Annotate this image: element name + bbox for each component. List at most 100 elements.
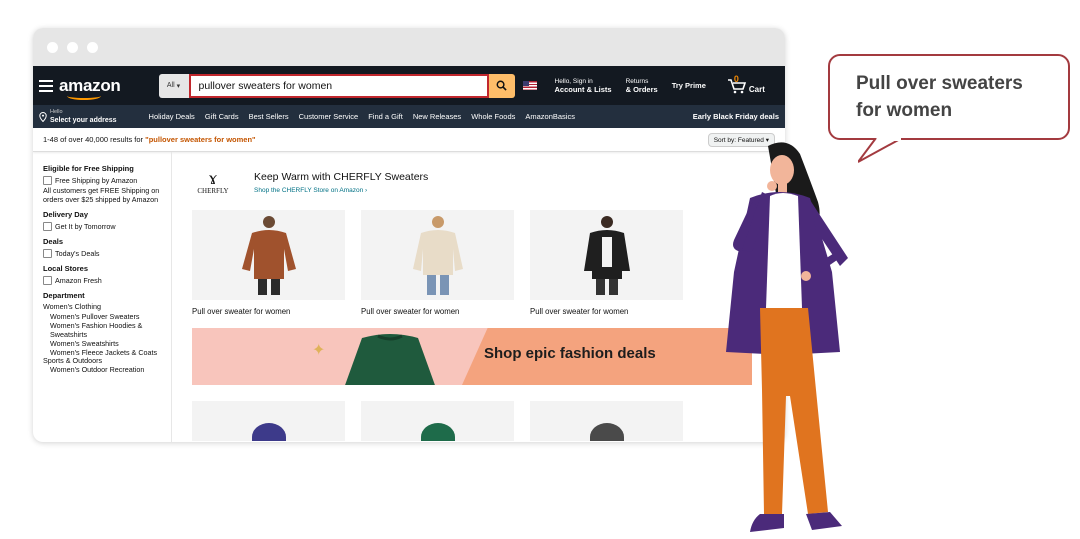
browser-title-bar bbox=[33, 28, 785, 66]
window-maximize-dot[interactable] bbox=[87, 41, 98, 53]
product-card[interactable] bbox=[530, 401, 683, 441]
product-card[interactable]: Pull over sweater for women bbox=[361, 210, 514, 316]
nav-link-new-releases[interactable]: New Releases bbox=[413, 112, 461, 121]
nav-link-amazonbasics[interactable]: AmazonBasics bbox=[525, 112, 575, 121]
location-pin-icon bbox=[39, 111, 47, 122]
cart-label: Cart bbox=[748, 84, 765, 94]
filter-label: Get It by Tomorrow bbox=[55, 222, 116, 231]
hat-image bbox=[252, 423, 286, 441]
product-title[interactable]: Pull over sweater for women bbox=[530, 307, 683, 316]
menu-icon[interactable] bbox=[39, 77, 53, 95]
amazon-nav-bottom: Hello Select your address Holiday Deals … bbox=[33, 105, 785, 128]
checkbox[interactable] bbox=[43, 222, 52, 231]
search-category-select[interactable]: All ▾ bbox=[158, 73, 189, 98]
results-summary: 1-48 of over 40,000 results for "pullove… bbox=[43, 135, 256, 144]
results-query: "pullover sweaters for women" bbox=[145, 135, 256, 144]
stage: amazon All ▾ pullover sweaters for women… bbox=[0, 0, 1080, 539]
hat-image bbox=[421, 423, 455, 441]
bird-logo-icon: ɤ bbox=[209, 168, 217, 188]
green-sweater-image bbox=[345, 334, 435, 385]
content: Eligible for Free Shipping Free Shipping… bbox=[33, 152, 785, 442]
filter-heading-shipping: Eligible for Free Shipping bbox=[43, 164, 134, 173]
product-image[interactable] bbox=[192, 210, 345, 300]
nav-link-find-a-gift[interactable]: Find a Gift bbox=[368, 112, 403, 121]
nav-link-holiday-deals[interactable]: Holiday Deals bbox=[149, 112, 195, 121]
brand-store-link[interactable]: Shop the CHERFLY Store on Amazon › bbox=[254, 187, 428, 194]
product-card[interactable] bbox=[192, 401, 345, 441]
department-link[interactable]: Women's Clothing bbox=[43, 302, 171, 312]
product-title[interactable]: Pull over sweater for women bbox=[361, 307, 514, 316]
promo-banner[interactable]: ✦ Shop epic fashion deals bbox=[192, 328, 752, 385]
product-title[interactable]: Pull over sweater for women bbox=[192, 307, 345, 316]
department-link[interactable]: Women's Pullover Sweaters bbox=[43, 312, 171, 321]
filter-label: Amazon Fresh bbox=[55, 276, 102, 285]
product-card[interactable] bbox=[361, 401, 514, 441]
us-flag-icon[interactable] bbox=[522, 81, 537, 90]
product-image[interactable] bbox=[361, 210, 514, 300]
filter-heading-delivery: Delivery Day bbox=[43, 210, 89, 219]
amazon-logo[interactable]: amazon bbox=[59, 76, 121, 100]
search-bar: All ▾ pullover sweaters for women bbox=[158, 73, 515, 98]
sweater-image bbox=[412, 216, 463, 295]
search-button[interactable] bbox=[488, 73, 515, 98]
checkbox[interactable] bbox=[43, 276, 52, 285]
amazon-nav-top: amazon All ▾ pullover sweaters for women… bbox=[33, 66, 785, 105]
account-greeting: Hello, Sign in bbox=[554, 77, 593, 85]
hat-image bbox=[590, 423, 624, 441]
shipping-note: All customers get FREE Shipping on order… bbox=[43, 186, 160, 204]
browser-window: amazon All ▾ pullover sweaters for women… bbox=[33, 28, 785, 442]
filter-label: Today's Deals bbox=[55, 249, 100, 258]
department-link[interactable]: Women's Outdoor Recreation bbox=[43, 365, 171, 374]
bubble-line-1: Pull over sweaters bbox=[856, 73, 1023, 94]
cherfly-logo[interactable]: ɤ CHERFLY bbox=[192, 169, 234, 195]
nav-link-customer-service[interactable]: Customer Service bbox=[299, 112, 359, 121]
search-icon bbox=[496, 80, 507, 91]
filter-heading-department: Department bbox=[43, 291, 85, 300]
returns-label: Returns bbox=[625, 77, 649, 85]
prime-label: Try Prime bbox=[671, 80, 706, 90]
results-count: 1-48 of over 40,000 results for bbox=[43, 135, 146, 144]
product-card[interactable]: Pull over sweater for women bbox=[192, 210, 345, 316]
nav-link-best-sellers[interactable]: Best Sellers bbox=[249, 112, 289, 121]
bubble-line-2: for women bbox=[856, 100, 953, 121]
banner-text[interactable]: Shop epic fashion deals bbox=[484, 345, 656, 362]
black-friday-link[interactable]: Early Black Friday deals bbox=[693, 112, 779, 121]
woman-illustration bbox=[726, 142, 848, 532]
try-prime[interactable]: Try Prime bbox=[671, 80, 706, 90]
account-lists-label: Account & Lists bbox=[554, 84, 612, 94]
filter-todays-deals[interactable]: Today's Deals bbox=[43, 249, 171, 258]
cart-button[interactable]: 0 Cart bbox=[720, 74, 765, 94]
department-link[interactable]: Women's Fashion Hoodies & Sweatshirts bbox=[43, 321, 171, 339]
search-input[interactable]: pullover sweaters for women bbox=[188, 73, 489, 98]
filter-amazon-fresh[interactable]: Amazon Fresh bbox=[43, 276, 171, 285]
speech-bubble: Pull over sweaters for women bbox=[828, 54, 1070, 140]
window-close-dot[interactable] bbox=[47, 41, 58, 53]
filter-heading-deals: Deals bbox=[43, 237, 64, 246]
nav-links: Holiday Deals Gift Cards Best Sellers Cu… bbox=[149, 112, 693, 121]
department-link[interactable]: Women's Sweatshirts bbox=[43, 339, 171, 348]
account-lists[interactable]: Hello, Sign in Account & Lists bbox=[555, 78, 612, 94]
brand-title: Keep Warm with CHERFLY Sweaters bbox=[254, 170, 429, 183]
address-greeting: Hello bbox=[50, 109, 63, 115]
filter-free-shipping[interactable]: Free Shipping by Amazon bbox=[43, 176, 171, 185]
nav-link-whole-foods[interactable]: Whole Foods bbox=[471, 112, 515, 121]
results-bar: 1-48 of over 40,000 results for "pullove… bbox=[33, 128, 785, 152]
filter-sidebar: Eligible for Free Shipping Free Shipping… bbox=[33, 152, 172, 442]
nav-link-gift-cards[interactable]: Gift Cards bbox=[205, 112, 239, 121]
filter-heading-stores: Local Stores bbox=[43, 264, 89, 273]
filter-label: Free Shipping by Amazon bbox=[55, 176, 138, 185]
search-category-label: All bbox=[166, 82, 175, 89]
sweater-image bbox=[241, 216, 296, 295]
address-selector[interactable]: Hello Select your address bbox=[39, 109, 117, 124]
checkbox[interactable] bbox=[43, 249, 52, 258]
product-card[interactable]: Pull over sweater for women bbox=[530, 210, 683, 316]
product-image[interactable] bbox=[530, 210, 683, 300]
brand-logo-text: CHERFLY bbox=[197, 187, 229, 195]
window-minimize-dot[interactable] bbox=[67, 41, 78, 53]
department-link[interactable]: Sports & Outdoors bbox=[43, 356, 171, 366]
cart-count: 0 bbox=[733, 73, 739, 84]
filter-get-it-tomorrow[interactable]: Get It by Tomorrow bbox=[43, 222, 171, 231]
address-label: Select your address bbox=[50, 117, 117, 124]
returns-orders[interactable]: Returns & Orders bbox=[626, 78, 658, 94]
checkbox[interactable] bbox=[43, 176, 52, 185]
